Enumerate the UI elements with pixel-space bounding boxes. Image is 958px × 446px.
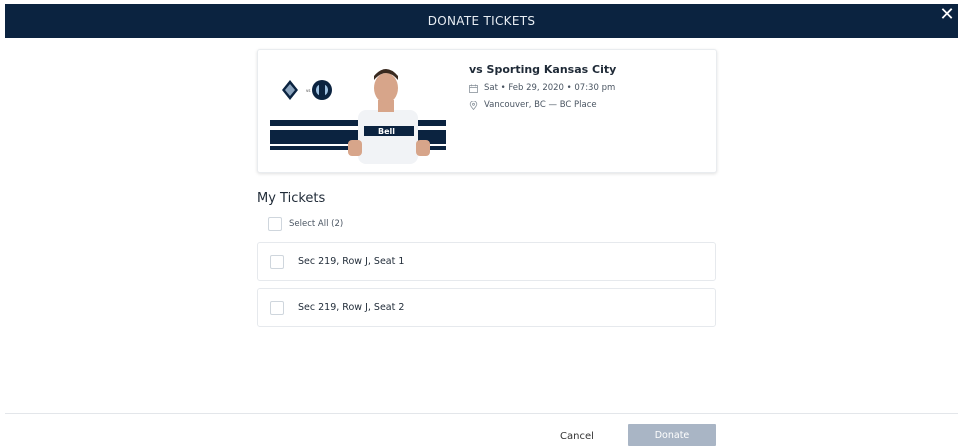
donate-button[interactable]: Donate [628, 424, 716, 446]
modal-title: DONATE TICKETS [427, 14, 536, 28]
whitecaps-logo-icon [282, 80, 298, 100]
select-all-row[interactable]: Select All (2) [268, 217, 343, 231]
modal-header: DONATE TICKETS [5, 4, 958, 38]
location-pin-icon [469, 100, 478, 110]
event-datetime: Sat • Feb 29, 2020 • 07:30 pm [484, 83, 616, 93]
close-icon[interactable]: ✕ [938, 4, 956, 26]
svg-text:vs: vs [306, 88, 310, 93]
cancel-button[interactable]: Cancel [547, 426, 607, 446]
ticket-row[interactable]: Sec 219, Row J, Seat 2 [257, 288, 716, 327]
calendar-icon [469, 84, 478, 93]
event-card: vs Bell vs Sporting Kansas City Sat • Fe… [257, 49, 717, 173]
footer-divider [5, 413, 958, 414]
my-tickets-title: My Tickets [257, 191, 326, 206]
event-opponent: vs Sporting Kansas City [469, 63, 617, 76]
event-info: vs Sporting Kansas City Sat • Feb 29, 20… [469, 63, 616, 110]
select-all-checkbox[interactable] [268, 217, 282, 231]
ticket-checkbox[interactable] [270, 254, 284, 269]
ticket-row[interactable]: Sec 219, Row J, Seat 1 [257, 242, 716, 281]
ticket-checkbox[interactable] [270, 300, 284, 315]
event-banner-image: vs Bell [270, 69, 446, 164]
event-location-row: Vancouver, BC — BC Place [469, 100, 616, 110]
svg-text:Bell: Bell [378, 127, 395, 136]
select-all-label: Select All (2) [289, 219, 344, 229]
skc-logo-icon [312, 80, 332, 100]
ticket-label: Sec 219, Row J, Seat 1 [298, 256, 405, 267]
event-date-row: Sat • Feb 29, 2020 • 07:30 pm [469, 83, 616, 93]
event-location: Vancouver, BC — BC Place [484, 100, 597, 110]
player-photo: Bell [348, 69, 430, 164]
ticket-label: Sec 219, Row J, Seat 2 [298, 302, 405, 313]
